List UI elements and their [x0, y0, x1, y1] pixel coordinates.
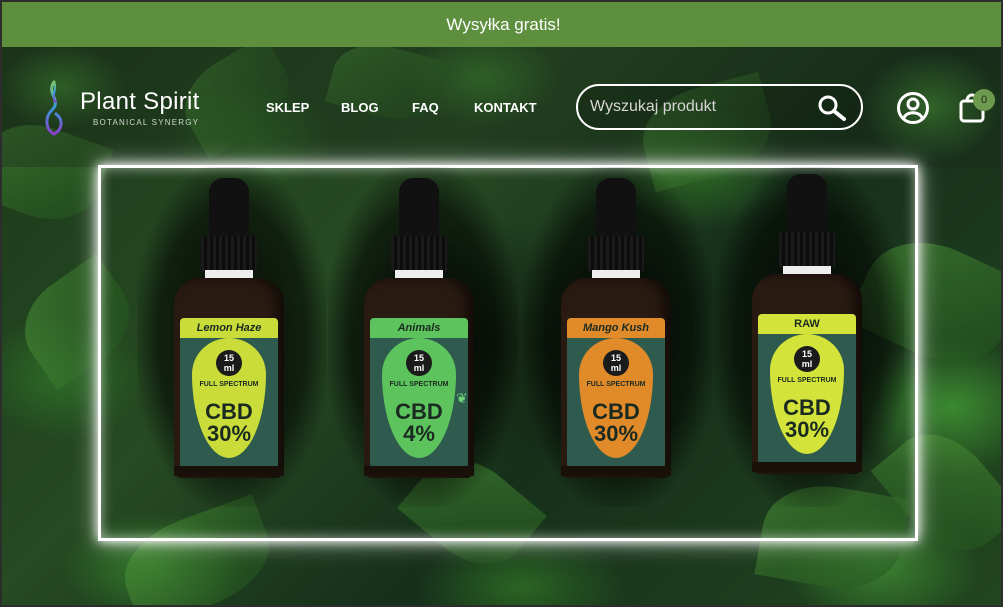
cbd-percent: 30% [206, 421, 252, 446]
brand-tagline: BOTANICAL SYNERGY [93, 118, 200, 127]
brand-name: Plant Spirit [80, 88, 200, 115]
volume-badge: 15 ml [406, 350, 432, 376]
product-name: Mango Kush [567, 318, 665, 338]
search-input[interactable] [590, 95, 810, 119]
announcement-text: Wysyłka gratis! [446, 14, 561, 34]
spectrum-label: FULL SPECTRUM [389, 381, 449, 388]
paw-icon: ❦ [456, 390, 468, 406]
volume-badge: 15 ml [603, 350, 629, 376]
volume-badge: 15 ml [216, 350, 242, 376]
product-name: Animals [370, 318, 468, 338]
logo-mark-icon [45, 80, 63, 136]
nav-item-faq[interactable]: FAQ [412, 100, 439, 115]
product-name: Lemon Haze [180, 318, 278, 338]
user-icon[interactable] [896, 91, 930, 125]
spectrum-label: FULL SPECTRUM [777, 377, 837, 384]
search-box [576, 84, 863, 130]
spectrum-label: FULL SPECTRUM [586, 381, 646, 388]
search-icon[interactable] [817, 94, 847, 122]
cbd-percent: 30% [593, 421, 639, 446]
cart-count-badge: 0 [973, 89, 995, 111]
logo[interactable]: Plant Spirit BOTANICAL SYNERGY [40, 80, 220, 136]
nav-item-blog[interactable]: BLOG [341, 100, 379, 115]
product-name: RAW [758, 314, 856, 334]
cbd-percent: 30% [784, 417, 830, 442]
spectrum-label: FULL SPECTRUM [199, 381, 259, 388]
announcement-bar: Wysyłka gratis! [2, 2, 1001, 47]
volume-badge: 15 ml [794, 346, 820, 372]
cbd-percent: 4% [403, 421, 435, 446]
page: Wysyłka gratis! Plant Spirit BOTANICAL S… [0, 0, 1003, 607]
nav-item-sklep[interactable]: SKLEP [266, 100, 309, 115]
nav-item-kontakt[interactable]: KONTAKT [474, 100, 537, 115]
